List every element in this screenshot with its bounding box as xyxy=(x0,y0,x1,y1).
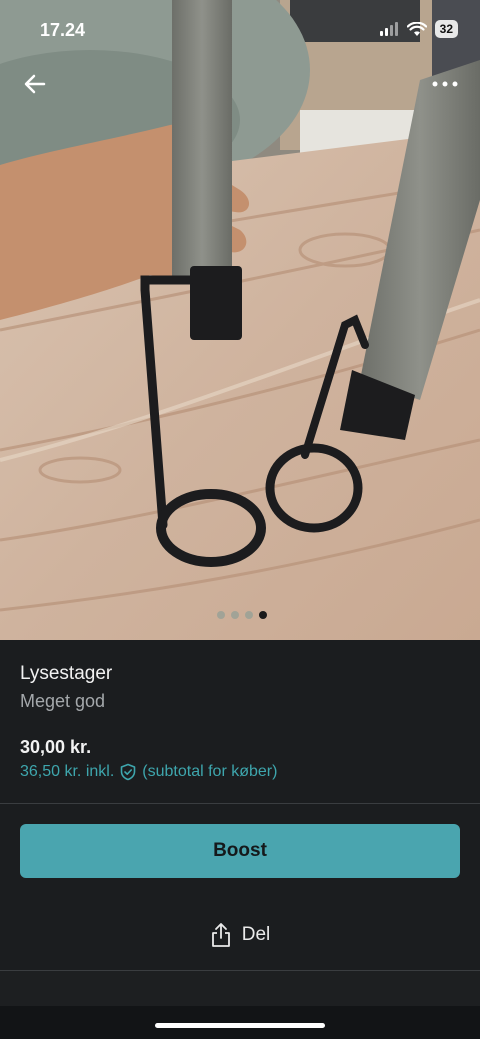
more-horizontal-icon xyxy=(432,81,458,87)
listing-title: Lysestager xyxy=(20,663,113,684)
pager-dot-active[interactable] xyxy=(259,611,267,619)
buyer-price-link[interactable]: 36,50 kr. inkl. (subtotal for køber) xyxy=(20,763,277,781)
divider xyxy=(0,803,480,804)
back-button[interactable] xyxy=(20,68,52,100)
pager-dot[interactable] xyxy=(217,611,225,619)
product-photo[interactable]: 17.24 32 xyxy=(0,0,480,640)
product-image xyxy=(0,0,480,640)
share-icon xyxy=(211,923,230,947)
wifi-icon xyxy=(406,21,427,36)
arrow-left-icon xyxy=(24,74,46,94)
share-button[interactable]: Del xyxy=(0,915,480,955)
buyer-price: 36,50 kr. inkl. xyxy=(20,763,115,780)
pager-dot[interactable] xyxy=(245,611,253,619)
listing-condition: Meget god xyxy=(20,691,106,711)
listing-price: 30,00 kr. xyxy=(20,737,92,757)
bottom-strip xyxy=(0,971,480,1006)
shield-check-icon xyxy=(120,763,136,781)
signal-icon xyxy=(379,22,398,36)
listing-info: Lysestager Meget god 30,00 kr. 36,50 kr.… xyxy=(0,640,480,804)
image-pager xyxy=(0,611,480,619)
status-bar: 17.24 32 xyxy=(0,0,480,60)
status-icons: 32 xyxy=(379,20,458,38)
battery-indicator: 32 xyxy=(434,20,458,38)
home-indicator xyxy=(155,1023,325,1028)
boost-button[interactable]: Boost xyxy=(20,824,460,878)
more-options-button[interactable] xyxy=(428,68,462,100)
pager-dot[interactable] xyxy=(231,611,239,619)
share-label: Del xyxy=(241,924,271,945)
buyer-price-note: (subtotal for køber) xyxy=(142,763,278,780)
status-time: 17.24 xyxy=(40,20,86,40)
